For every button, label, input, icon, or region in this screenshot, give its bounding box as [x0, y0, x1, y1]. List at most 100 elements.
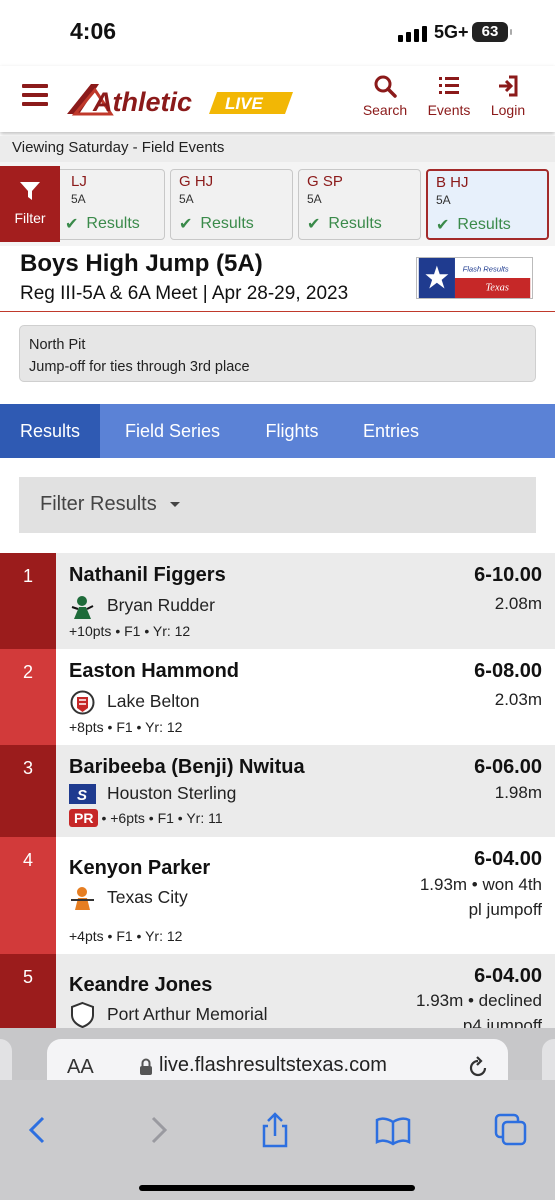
list-icon [439, 77, 459, 94]
clock: 4:06 [70, 18, 117, 44]
mark-metric: 1.93m • won 4th pl jumpoff [420, 872, 542, 922]
filter-results-dropdown[interactable]: Filter Results [19, 477, 536, 533]
team-logo-icon [71, 887, 94, 910]
check-icon: ✔ [179, 216, 193, 233]
mark-imperial: 6-08.00 [474, 660, 542, 682]
search-button[interactable]: Search [353, 74, 417, 118]
results-label: Results [200, 215, 254, 232]
login-icon [499, 75, 518, 97]
athlete-name[interactable]: Kenyon Parker [69, 857, 210, 880]
event-card-g-hj[interactable]: G HJ 5A ✔ Results [170, 169, 293, 240]
app-header: Athletic LIVE Search Events Login [0, 66, 555, 132]
bookmarks-icon[interactable] [373, 1110, 413, 1150]
back-icon[interactable] [18, 1110, 58, 1150]
team-name[interactable]: Port Arthur Memorial [107, 1004, 267, 1025]
menu-icon[interactable] [22, 84, 48, 108]
reader-options-button[interactable]: AA [67, 1056, 94, 1079]
caret-down-icon [170, 502, 181, 508]
event-title: Boys High Jump (5A) [20, 250, 263, 277]
result-row[interactable]: 5 Keandre Jones Port Arthur Memorial 6-0… [0, 954, 555, 1028]
event-class: 5A [436, 193, 451, 207]
network-label: 5G+ [434, 22, 469, 42]
team-name[interactable]: Houston Sterling [107, 783, 236, 804]
event-name: LJ [71, 173, 87, 190]
search-icon [374, 75, 397, 98]
filter-button[interactable]: Filter [0, 166, 60, 242]
results-link[interactable]: ✔ Results [179, 214, 254, 234]
share-icon[interactable] [255, 1110, 295, 1150]
athlete-meta: +10pts • F1 • Yr: 12 [69, 623, 191, 639]
event-card-lj[interactable]: LJ 5A ✔ Results [42, 169, 165, 240]
check-icon: ✔ [436, 217, 450, 234]
forward-icon[interactable] [138, 1110, 178, 1150]
logo-text: Athletic [92, 87, 192, 117]
viewing-label: Viewing Saturday - Field Events [0, 136, 555, 162]
battery-icon: 63 [472, 22, 512, 42]
results-label: Results [86, 215, 140, 232]
search-label: Search [362, 102, 408, 118]
event-card-b-hj[interactable]: B HJ 5A ✔ Results [426, 169, 549, 240]
result-row[interactable]: 2 Easton Hammond Lake Belton +8pts • F1 … [0, 649, 555, 745]
results-link[interactable]: ✔ Results [307, 214, 382, 234]
flag-line1: Flash Results [463, 264, 509, 273]
athlete-name[interactable]: Easton Hammond [69, 660, 239, 683]
status-bar: 4:06 5G+ 63 [0, 0, 555, 66]
home-indicator [139, 1185, 415, 1191]
place-badge: 5 [0, 954, 56, 1028]
browser-toolbar [0, 1080, 555, 1200]
tab-flights[interactable]: Flights [250, 404, 334, 458]
mark-imperial: 6-04.00 [474, 965, 542, 987]
results-link[interactable]: ✔ Results [436, 215, 511, 235]
athlete-meta: +4pts • F1 • Yr: 12 [69, 928, 183, 944]
event-name: G SP [307, 173, 343, 190]
mark-metric-line: pl jumpoff [468, 900, 542, 919]
note-line: North Pit [29, 337, 86, 353]
athlete-name[interactable]: Nathanil Figgers [69, 564, 226, 587]
flag-line2: Texas [485, 282, 508, 293]
shield-icon [71, 1001, 94, 1028]
athlete-meta: +8pts • F1 • Yr: 12 [69, 719, 183, 735]
team-name[interactable]: Texas City [107, 887, 188, 908]
divider [0, 311, 555, 312]
event-notes: North Pit Jump-off for ties through 3rd … [19, 325, 536, 382]
mark-imperial: 6-04.00 [474, 848, 542, 870]
url-text: live.flashresultstexas.com [159, 1054, 387, 1076]
team-logo-icon [70, 690, 95, 715]
check-icon: ✔ [307, 216, 321, 233]
athlete-meta-line: PR • +6pts • F1 • Yr: 11 [69, 809, 223, 827]
results-link[interactable]: ✔ Results [65, 214, 140, 234]
athletic-live-logo[interactable]: Athletic LIVE [65, 78, 295, 120]
team-name[interactable]: Bryan Rudder [107, 595, 215, 616]
team-logo-icon: S [69, 784, 96, 804]
funnel-icon [20, 182, 40, 200]
mark-metric: 2.03m [494, 690, 542, 709]
athlete-name[interactable]: Keandre Jones [69, 974, 212, 997]
results-label: Results [457, 216, 511, 233]
mark-metric-line: 1.93m • declined [416, 991, 542, 1010]
mark-metric-line: p4 jumpoff [462, 1016, 542, 1028]
team-name[interactable]: Lake Belton [107, 691, 199, 712]
tabs-icon[interactable] [491, 1110, 531, 1150]
logo-badge: LIVE [225, 94, 263, 113]
pr-badge: PR [69, 809, 99, 827]
tab-entries[interactable]: Entries [348, 404, 434, 458]
results-label: Results [328, 215, 382, 232]
result-row[interactable]: 3 Baribeeba (Benji) Nwitua S Houston Ste… [0, 745, 555, 837]
flash-results-texas-logo[interactable]: Flash Results Texas [416, 257, 533, 299]
tab-results[interactable]: Results [0, 404, 100, 458]
lock-icon [140, 1058, 152, 1075]
result-row[interactable]: 4 Kenyon Parker Texas City +4pts • F1 • … [0, 837, 555, 954]
reload-icon[interactable] [467, 1055, 489, 1079]
filter-results-label: Filter Results [40, 493, 157, 515]
events-button[interactable]: Events [417, 74, 481, 118]
event-class: 5A [71, 192, 86, 206]
event-card-g-sp[interactable]: G SP 5A ✔ Results [298, 169, 421, 240]
filter-label: Filter [14, 210, 46, 226]
athlete-name[interactable]: Baribeeba (Benji) Nwitua [69, 756, 305, 779]
svg-text:S: S [77, 787, 87, 804]
tab-field-series[interactable]: Field Series [110, 404, 235, 458]
event-selector: LJ 5A ✔ Results G HJ 5A ✔ Results G SP 5A … [0, 162, 555, 246]
result-row[interactable]: 1 Nathanil Figgers Bryan Rudder +10pts •… [0, 553, 555, 649]
login-button[interactable]: Login [476, 74, 540, 118]
events-label: Events [427, 102, 471, 118]
